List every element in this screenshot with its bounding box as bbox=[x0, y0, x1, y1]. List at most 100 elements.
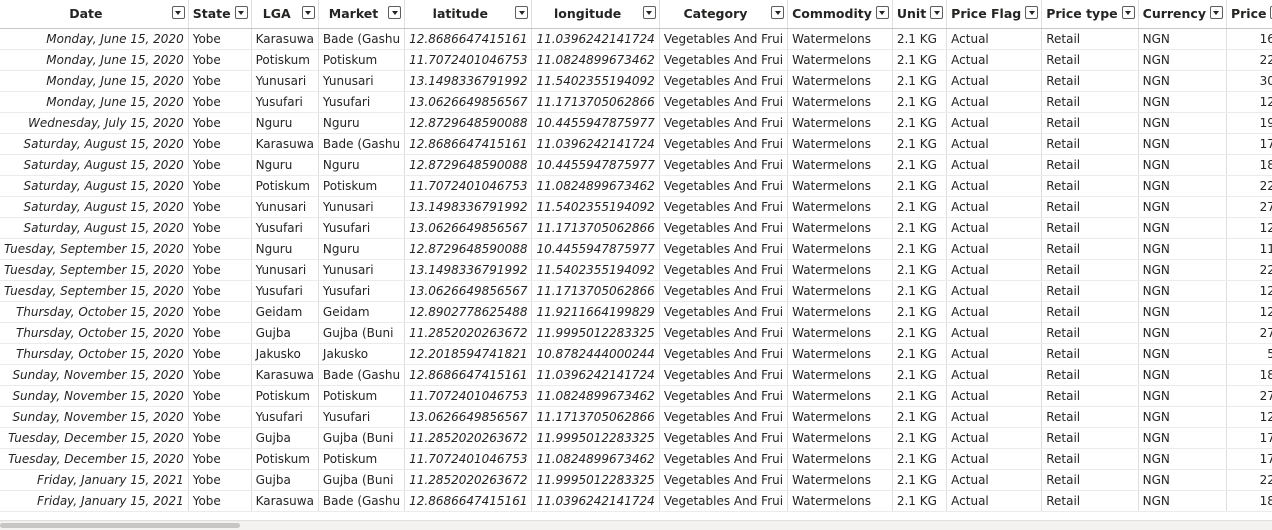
filter-dropdown-icon[interactable] bbox=[515, 6, 529, 19]
column-header-longitude[interactable]: longitude bbox=[531, 0, 660, 29]
column-header-market[interactable]: Market bbox=[318, 0, 406, 29]
cell-longitude: 11.0824899673462 bbox=[531, 49, 660, 71]
cell-currency: NGN bbox=[1138, 49, 1227, 71]
horizontal-scrollbar[interactable] bbox=[0, 520, 1272, 530]
table-row[interactable]: Tuesday, September 15, 2020 Yobe Nguru Ngur… bbox=[0, 238, 1272, 260]
filter-dropdown-icon[interactable] bbox=[771, 6, 785, 19]
filter-dropdown-icon[interactable] bbox=[642, 6, 656, 19]
cell-unit: 2.1 KG bbox=[892, 112, 948, 134]
table-row[interactable]: Monday, June 15, 2020 Yobe Potiskum Potisku… bbox=[0, 49, 1272, 71]
cell-price-flag: Actual bbox=[946, 427, 1043, 449]
cell-commodity: Watermelons bbox=[787, 385, 893, 407]
cell-unit: 2.1 KG bbox=[892, 427, 948, 449]
filter-dropdown-icon[interactable] bbox=[1025, 6, 1039, 19]
table-row[interactable]: Saturday, August 15, 2020 Yobe Yunusari Yun… bbox=[0, 196, 1272, 218]
table-row[interactable]: Sunday, November 15, 2020 Yobe Karasuwa Bad… bbox=[0, 364, 1272, 386]
cell-price-flag: Actual bbox=[946, 406, 1043, 428]
cell-commodity: Watermelons bbox=[787, 448, 893, 470]
cell-currency: NGN bbox=[1138, 133, 1227, 155]
cell-price-type: Retail bbox=[1041, 91, 1139, 113]
column-header-price[interactable]: Price bbox=[1226, 0, 1272, 29]
cell-state: Yobe bbox=[188, 133, 252, 155]
filter-dropdown-icon[interactable] bbox=[388, 6, 402, 19]
cell-commodity: Watermelons bbox=[787, 322, 893, 344]
column-header-commodity[interactable]: Commodity bbox=[787, 0, 893, 29]
table-row[interactable]: Tuesday, December 15, 2020 Yobe Gujba Gujba… bbox=[0, 427, 1272, 449]
cell-state: Yobe bbox=[188, 28, 252, 50]
cell-price-type: Retail bbox=[1041, 70, 1139, 92]
cell-lga: Jakusko bbox=[251, 343, 319, 365]
cell-latitude: 11.7072401046753 bbox=[404, 175, 533, 197]
cell-latitude: 13.1498336791992 bbox=[404, 70, 533, 92]
cell-latitude: 13.1498336791992 bbox=[404, 196, 533, 218]
cell-longitude: 11.5402355194092 bbox=[531, 259, 660, 281]
cell-lga: Yunusari bbox=[251, 196, 319, 218]
table-row[interactable]: Thursday, October 15, 2020 Yobe Jakusko Jak… bbox=[0, 343, 1272, 365]
table-row[interactable]: Monday, June 15, 2020 Yobe Yunusari Yunusar… bbox=[0, 70, 1272, 92]
filter-dropdown-icon[interactable] bbox=[301, 6, 315, 19]
cell-currency: NGN bbox=[1138, 238, 1227, 260]
cell-date: Sunday, November 15, 2020 bbox=[0, 364, 189, 386]
column-header-lga[interactable]: LGA bbox=[251, 0, 319, 29]
filter-dropdown-icon[interactable] bbox=[171, 6, 185, 19]
column-header-category[interactable]: Category bbox=[659, 0, 789, 29]
cell-price-flag: Actual bbox=[946, 280, 1043, 302]
cell-state: Yobe bbox=[188, 112, 252, 134]
cell-category: Vegetables And Frui bbox=[659, 91, 789, 113]
cell-price: 275 bbox=[1226, 385, 1272, 407]
cell-commodity: Watermelons bbox=[787, 154, 893, 176]
cell-price: 225 bbox=[1226, 259, 1272, 281]
cell-longitude: 11.9995012283325 bbox=[531, 427, 660, 449]
cell-state: Yobe bbox=[188, 259, 252, 281]
cell-state: Yobe bbox=[188, 196, 252, 218]
cell-category: Vegetables And Frui bbox=[659, 301, 789, 323]
table-row[interactable]: Friday, January 15, 2021 Yobe Gujba Gujba (… bbox=[0, 469, 1272, 491]
column-header-price-flag[interactable]: Price Flag bbox=[946, 0, 1043, 29]
filter-dropdown-icon[interactable] bbox=[875, 6, 889, 19]
cell-commodity: Watermelons bbox=[787, 175, 893, 197]
column-header-unit[interactable]: Unit bbox=[892, 0, 948, 29]
table-row[interactable]: Tuesday, September 15, 2020 Yobe Yunusari Y… bbox=[0, 259, 1272, 281]
filter-dropdown-icon[interactable] bbox=[930, 6, 944, 19]
cell-latitude: 13.0626649856567 bbox=[404, 217, 533, 239]
table-row[interactable]: Saturday, August 15, 2020 Yobe Yusufari Yus… bbox=[0, 217, 1272, 239]
table-row[interactable]: Sunday, November 15, 2020 Yobe Potiskum Pot… bbox=[0, 385, 1272, 407]
table-row[interactable]: Monday, June 15, 2020 Yobe Karasuwa Bade (G… bbox=[0, 28, 1272, 50]
cell-price-type: Retail bbox=[1041, 301, 1139, 323]
cell-latitude: 12.8686647415161 bbox=[404, 28, 533, 50]
table-row[interactable]: Monday, June 15, 2020 Yobe Yusufari Yusufar… bbox=[0, 91, 1272, 113]
table-row[interactable]: Tuesday, December 15, 2020 Yobe Potiskum Po… bbox=[0, 448, 1272, 470]
cell-currency: NGN bbox=[1138, 406, 1227, 428]
filter-dropdown-icon[interactable] bbox=[1121, 6, 1135, 19]
cell-longitude: 11.1713705062866 bbox=[531, 406, 660, 428]
filter-dropdown-icon[interactable] bbox=[234, 6, 248, 19]
cell-unit: 2.1 KG bbox=[892, 91, 948, 113]
cell-latitude: 13.0626649856567 bbox=[404, 91, 533, 113]
scrollbar-thumb[interactable] bbox=[0, 523, 240, 528]
cell-unit: 2.1 KG bbox=[892, 448, 948, 470]
column-header-currency[interactable]: Currency bbox=[1138, 0, 1227, 29]
cell-price: 120 bbox=[1226, 217, 1272, 239]
table-row[interactable]: Sunday, November 15, 2020 Yobe Yusufari Yus… bbox=[0, 406, 1272, 428]
column-header-latitude[interactable]: latitude bbox=[404, 0, 533, 29]
cell-state: Yobe bbox=[188, 49, 252, 71]
cell-price: 175 bbox=[1226, 448, 1272, 470]
table-row[interactable]: Thursday, October 15, 2020 Yobe Geidam Geid… bbox=[0, 301, 1272, 323]
column-header-state[interactable]: State bbox=[188, 0, 252, 29]
table-row[interactable]: Saturday, August 15, 2020 Yobe Nguru Nguru 1… bbox=[0, 154, 1272, 176]
table-row[interactable]: Friday, January 15, 2021 Yobe Karasuwa Bade… bbox=[0, 490, 1272, 512]
cell-unit: 2.1 KG bbox=[892, 301, 948, 323]
filter-dropdown-icon[interactable] bbox=[1209, 6, 1223, 19]
cell-longitude: 11.0824899673462 bbox=[531, 385, 660, 407]
table-row[interactable]: Saturday, August 15, 2020 Yobe Karasuwa Bad… bbox=[0, 133, 1272, 155]
cell-price-type: Retail bbox=[1041, 343, 1139, 365]
table-row[interactable]: Saturday, August 15, 2020 Yobe Potiskum Pot… bbox=[0, 175, 1272, 197]
table-row[interactable]: Tuesday, September 15, 2020 Yobe Yusufari Y… bbox=[0, 280, 1272, 302]
cell-market: Geidam bbox=[318, 301, 406, 323]
table-row[interactable]: Wednesday, July 15, 2020 Yobe Nguru Nguru 12… bbox=[0, 112, 1272, 134]
cell-longitude: 11.1713705062866 bbox=[531, 91, 660, 113]
column-header-label: Date bbox=[69, 6, 103, 22]
column-header-price-type[interactable]: Price type bbox=[1041, 0, 1139, 29]
table-row[interactable]: Thursday, October 15, 2020 Yobe Gujba Gujba… bbox=[0, 322, 1272, 344]
column-header-date[interactable]: Date bbox=[0, 0, 189, 29]
